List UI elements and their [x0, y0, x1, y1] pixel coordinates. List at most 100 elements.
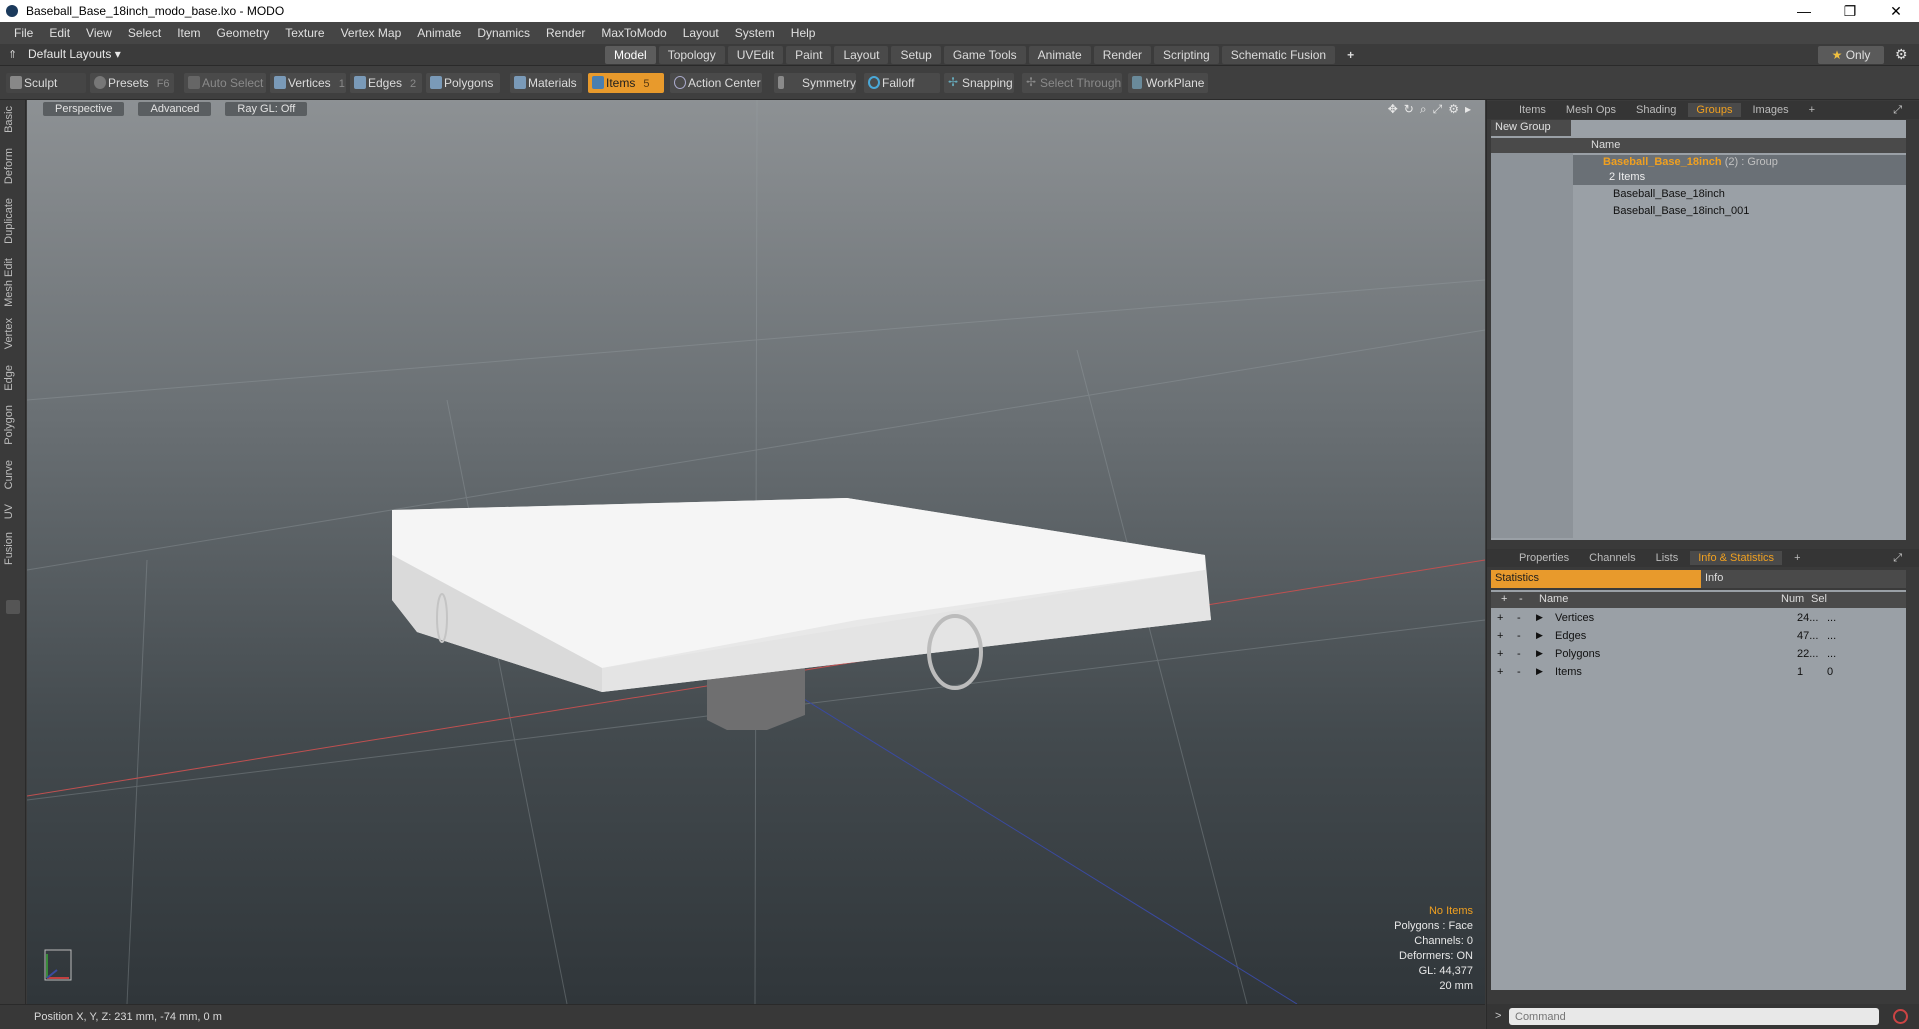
tab-mesh-edit[interactable]: Mesh Edit: [3, 258, 15, 307]
tab-statistics[interactable]: Statistics: [1491, 570, 1701, 588]
workplane-button[interactable]: WorkPlane: [1128, 73, 1208, 93]
tab-schematic-fusion[interactable]: Schematic Fusion: [1221, 46, 1336, 64]
menu-help[interactable]: Help: [783, 26, 824, 40]
tab-vertex[interactable]: Vertex: [3, 318, 15, 349]
group-child-row[interactable]: Baseball_Base_18inch: [1573, 187, 1906, 203]
clear-command-icon[interactable]: [1893, 1009, 1908, 1024]
layout-expand-icon[interactable]: ⇑: [8, 48, 17, 61]
panel-toggle-button[interactable]: [6, 600, 20, 614]
3d-viewport[interactable]: Perspective Advanced Ray GL: Off ✥ ↻ ⌕ ⤢…: [27, 100, 1485, 1004]
rotate-view-icon[interactable]: ↻: [1404, 102, 1414, 117]
action-center-button[interactable]: Action Center: [670, 73, 762, 93]
tab-groups[interactable]: Groups: [1688, 103, 1741, 117]
tab-shading[interactable]: Shading: [1628, 103, 1684, 117]
fit-view-icon[interactable]: ⤢: [1433, 102, 1443, 117]
tab-animate[interactable]: Animate: [1028, 46, 1091, 64]
snapping-button[interactable]: ✢ Snapping: [944, 73, 1014, 93]
tab-edge[interactable]: Edge: [3, 365, 15, 391]
tab-setup[interactable]: Setup: [891, 46, 941, 64]
expand-arrow-icon[interactable]: ▶: [1536, 666, 1543, 677]
tab-info-statistics[interactable]: Info & Statistics: [1690, 551, 1783, 565]
tab-layout[interactable]: Layout: [834, 46, 889, 64]
add-panel-tab-button[interactable]: +: [1801, 103, 1823, 117]
tab-uvedit[interactable]: UVEdit: [727, 46, 784, 64]
polygons-button[interactable]: Polygons: [426, 73, 500, 93]
stat-row-edges[interactable]: + - ▶ Edges 47... ...: [1491, 628, 1906, 646]
minimize-button[interactable]: —: [1781, 0, 1827, 22]
tab-images[interactable]: Images: [1745, 103, 1797, 117]
tab-basic[interactable]: Basic: [3, 106, 15, 133]
stat-row-polygons[interactable]: + - ▶ Polygons 22... ...: [1491, 646, 1906, 664]
menu-layout[interactable]: Layout: [675, 26, 727, 40]
stat-row-vertices[interactable]: + - ▶ Vertices 24... ...: [1491, 610, 1906, 628]
vertices-button[interactable]: Vertices 1: [270, 73, 346, 93]
tab-render[interactable]: Render: [1093, 46, 1152, 64]
menu-dynamics[interactable]: Dynamics: [469, 26, 538, 40]
materials-button[interactable]: Materials: [510, 73, 582, 93]
tab-topology[interactable]: Topology: [658, 46, 725, 64]
tab-model[interactable]: Model: [605, 46, 656, 64]
raygl-button[interactable]: Ray GL: Off: [225, 102, 308, 116]
tab-deform[interactable]: Deform: [3, 148, 15, 184]
new-group-button[interactable]: New Group: [1491, 120, 1571, 136]
tab-properties[interactable]: Properties: [1511, 551, 1577, 565]
tab-uv[interactable]: UV: [3, 504, 15, 519]
add-panel-tab-button[interactable]: +: [1786, 551, 1808, 565]
stat-row-items[interactable]: + - ▶ Items 1 0: [1491, 664, 1906, 682]
tab-scripting[interactable]: Scripting: [1154, 46, 1219, 64]
menu-system[interactable]: System: [727, 26, 783, 40]
tab-channels[interactable]: Channels: [1581, 551, 1643, 565]
only-toggle[interactable]: ★ Only: [1818, 46, 1884, 64]
maximize-button[interactable]: ❐: [1827, 0, 1873, 22]
move-view-icon[interactable]: ✥: [1388, 102, 1398, 117]
expand-arrow-icon[interactable]: ▶: [1536, 630, 1543, 641]
expand-panel-icon[interactable]: ⤢: [1885, 103, 1910, 118]
tab-polygon[interactable]: Polygon: [3, 405, 15, 445]
menu-item[interactable]: Item: [169, 26, 208, 40]
expand-arrow-icon[interactable]: ▶: [1536, 648, 1543, 659]
close-button[interactable]: ✕: [1873, 0, 1919, 22]
group-row[interactable]: Baseball_Base_18inch (2) : Group 2 Items: [1573, 155, 1906, 185]
presets-button[interactable]: Presets F6: [90, 73, 174, 93]
viewport-menu-icon[interactable]: ▸: [1465, 102, 1471, 117]
num-column-header[interactable]: Num: [1781, 593, 1804, 605]
name-column-header[interactable]: Name: [1591, 139, 1620, 151]
sculpt-button[interactable]: Sculpt: [6, 73, 86, 93]
edges-button[interactable]: Edges 2: [350, 73, 422, 93]
falloff-button[interactable]: Falloff: [864, 73, 940, 93]
symmetry-button[interactable]: Symmetry: [774, 73, 856, 93]
viewport-settings-icon[interactable]: ⚙: [1448, 102, 1459, 117]
tab-mesh-ops[interactable]: Mesh Ops: [1558, 103, 1624, 117]
shading-mode-button[interactable]: Advanced: [138, 102, 212, 116]
name-column-header[interactable]: Name: [1539, 593, 1568, 605]
menu-render[interactable]: Render: [538, 26, 593, 40]
tab-curve[interactable]: Curve: [3, 460, 15, 489]
menu-select[interactable]: Select: [120, 26, 169, 40]
command-input[interactable]: [1509, 1008, 1879, 1025]
sel-column-header[interactable]: Sel: [1811, 593, 1827, 605]
expand-panel-icon[interactable]: ⤢: [1885, 551, 1910, 566]
layout-dropdown[interactable]: Default Layouts ▾: [28, 47, 121, 61]
add-tab-button[interactable]: +: [1338, 46, 1363, 64]
select-through-button[interactable]: ✢ Select Through: [1022, 73, 1122, 93]
expand-arrow-icon[interactable]: ▶: [1536, 612, 1543, 623]
menu-file[interactable]: File: [6, 26, 41, 40]
menu-texture[interactable]: Texture: [277, 26, 332, 40]
group-child-row[interactable]: Baseball_Base_18inch_001: [1573, 204, 1906, 220]
tab-items[interactable]: Items: [1511, 103, 1554, 117]
tab-lists[interactable]: Lists: [1648, 551, 1687, 565]
tab-duplicate[interactable]: Duplicate: [3, 198, 15, 244]
menu-maxtomodo[interactable]: MaxToModo: [593, 26, 674, 40]
menu-animate[interactable]: Animate: [409, 26, 469, 40]
menu-view[interactable]: View: [78, 26, 120, 40]
baseball-base-mesh[interactable]: [392, 498, 1211, 730]
auto-select-button[interactable]: Auto Select: [184, 73, 266, 93]
menu-vertex-map[interactable]: Vertex Map: [333, 26, 410, 40]
tab-game-tools[interactable]: Game Tools: [943, 46, 1026, 64]
menu-edit[interactable]: Edit: [41, 26, 78, 40]
menu-geometry[interactable]: Geometry: [209, 26, 278, 40]
zoom-view-icon[interactable]: ⌕: [1420, 102, 1427, 117]
tab-info[interactable]: Info: [1701, 570, 1906, 588]
view-mode-button[interactable]: Perspective: [43, 102, 125, 116]
tab-fusion[interactable]: Fusion: [3, 532, 15, 565]
